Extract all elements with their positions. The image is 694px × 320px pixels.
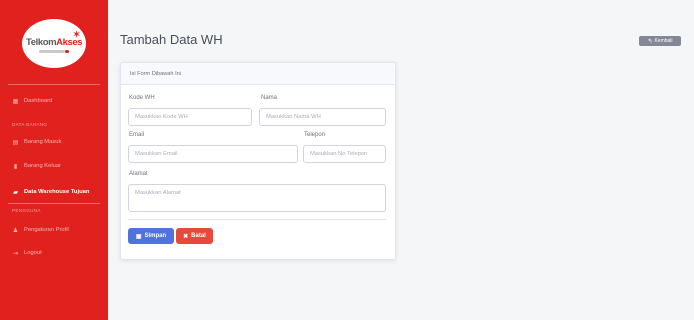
- telepon-label: Telepon: [304, 132, 326, 138]
- save-button-label: Simpan: [144, 233, 167, 239]
- email-input[interactable]: [128, 145, 298, 163]
- card-title: Isi Form Dibawah Ini: [130, 71, 181, 77]
- sidebar-item-profile[interactable]: ♟ Pengaturan Profil: [0, 222, 108, 238]
- cancel-button-label: Batal: [191, 233, 206, 239]
- warehouse-icon: ▰: [13, 189, 18, 196]
- telepon-input[interactable]: [303, 145, 386, 163]
- sidebar-heading-pengguna: PENGGUNA: [12, 208, 41, 213]
- logo-star-icon: ✶: [72, 29, 82, 41]
- sidebar-divider: [8, 84, 100, 85]
- close-icon: ✖: [183, 233, 189, 240]
- back-button[interactable]: ↰ Kembali: [639, 36, 681, 46]
- alamat-textarea[interactable]: [128, 184, 386, 212]
- sidebar-item-data-warehouse[interactable]: ▰ Data Warehouse Tujuan: [0, 184, 108, 200]
- back-arrow-icon: ↰: [647, 38, 653, 45]
- logout-icon: ⇥: [12, 250, 19, 257]
- nama-input[interactable]: [259, 108, 386, 126]
- kode-wh-input[interactable]: [128, 108, 252, 126]
- sidebar-item-logout[interactable]: ⇥ Logout: [0, 245, 108, 261]
- box-out-icon: ▮: [13, 163, 18, 170]
- email-label: Email: [129, 132, 145, 138]
- nama-label: Nama: [261, 95, 278, 101]
- sidebar-item-barang-keluar[interactable]: ▮ Barang Keluar: [0, 158, 108, 174]
- form-divider: [128, 219, 386, 220]
- sidebar-item-label: Pengaturan Profil: [24, 227, 69, 233]
- logo-tagline-bar: [39, 50, 69, 53]
- dashboard-icon: ▦: [12, 98, 19, 105]
- sidebar-item-label: Data Warehouse Tujuan: [24, 189, 90, 195]
- save-button[interactable]: ▣ Simpan: [128, 228, 174, 244]
- sidebar-item-label: Logout: [24, 250, 42, 256]
- page-title: Tambah Data WH: [120, 32, 223, 47]
- sidebar-item-label: Barang Masuk: [24, 139, 62, 145]
- alamat-label: Alamat: [129, 171, 148, 177]
- card-header: Isi Form Dibawah Ini: [121, 63, 395, 85]
- sidebar-heading-data-barang: DATA BARANG: [12, 122, 48, 127]
- sidebar-item-barang-masuk[interactable]: ▤ Barang Masuk: [0, 134, 108, 150]
- user-icon: ♟: [12, 227, 19, 234]
- sidebar-item-dashboard[interactable]: ▦ Dashboard: [0, 93, 108, 109]
- sidebar-divider: [8, 203, 100, 204]
- sidebar-item-label: Dashboard: [24, 98, 53, 104]
- cancel-button[interactable]: ✖ Batal: [176, 228, 213, 244]
- save-icon: ▣: [135, 233, 142, 240]
- sidebar: TelkomAkses ✶ ▦ Dashboard DATA BARANG ▤ …: [0, 0, 108, 320]
- sidebar-item-label: Barang Keluar: [24, 163, 62, 169]
- back-button-label: Kembali: [654, 38, 673, 44]
- brand-logo[interactable]: TelkomAkses ✶: [22, 19, 86, 68]
- kode-wh-label: Kode WH: [129, 95, 155, 101]
- box-icon: ▤: [12, 139, 19, 146]
